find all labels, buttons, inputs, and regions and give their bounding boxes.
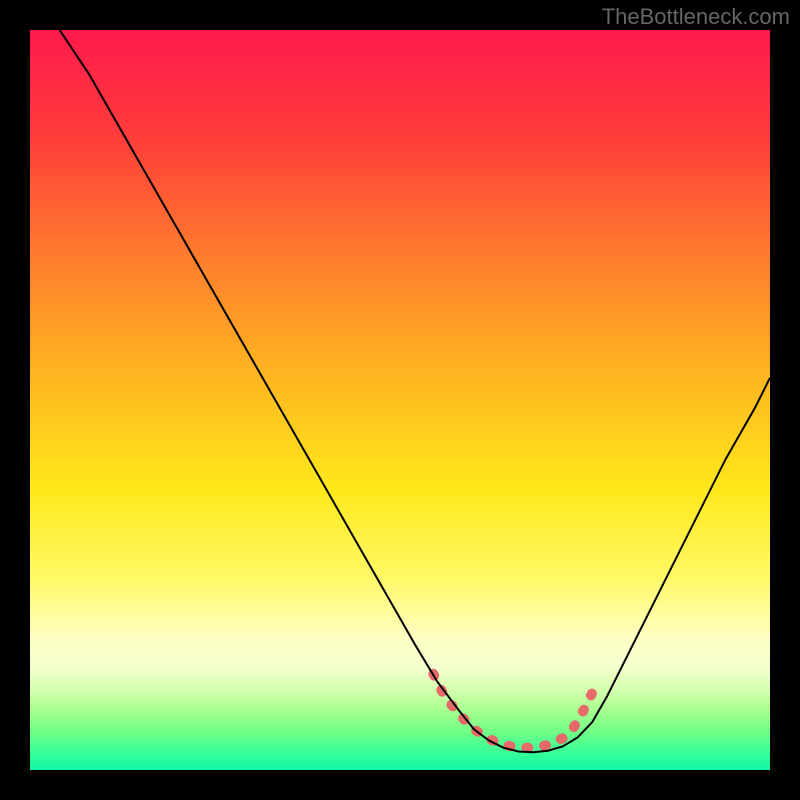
gradient-background bbox=[30, 30, 770, 770]
watermark-text: TheBottleneck.com bbox=[602, 4, 790, 30]
bottleneck-chart bbox=[30, 30, 770, 770]
